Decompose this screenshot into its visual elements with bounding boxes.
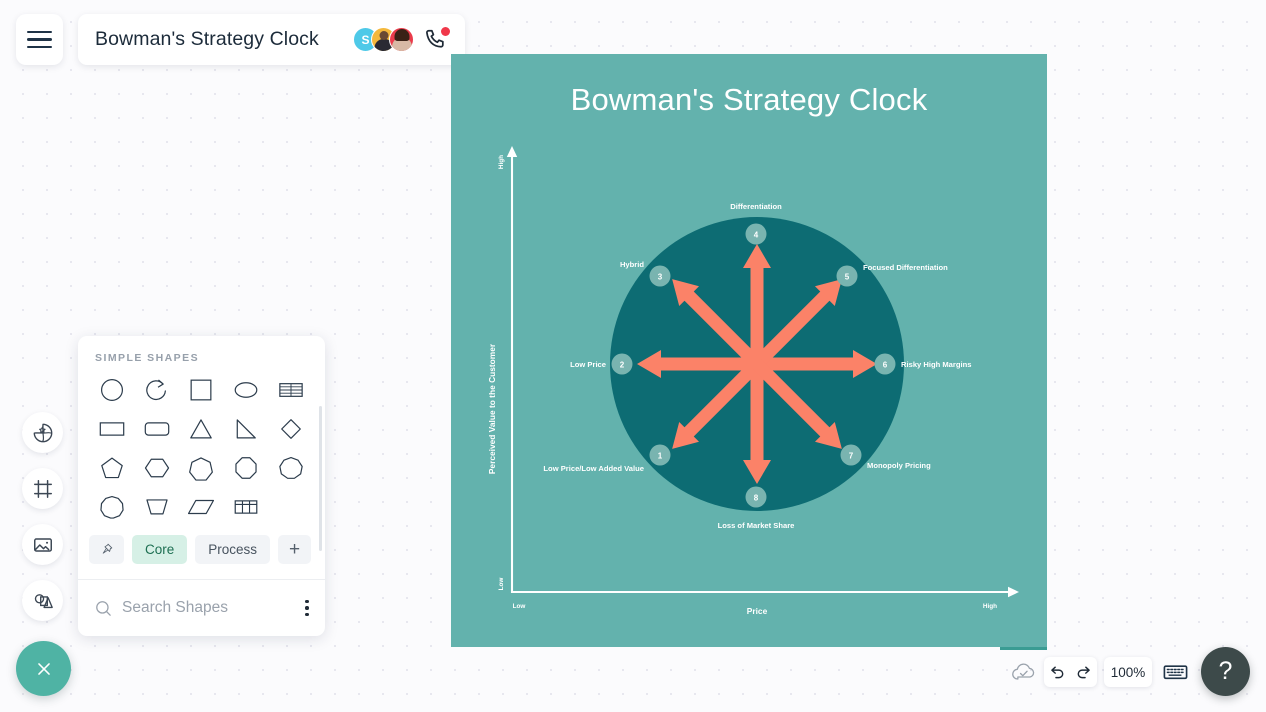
shape-pentagon[interactable] xyxy=(90,451,135,484)
shape-ellipse[interactable] xyxy=(224,373,269,406)
shapes-panel-scrollbar[interactable] xyxy=(319,406,322,551)
shape-table-striped[interactable] xyxy=(268,373,313,406)
tab-pinned[interactable] xyxy=(89,535,124,564)
shape-decagon[interactable] xyxy=(90,490,135,523)
shape-cell-empty xyxy=(268,490,313,523)
badge-4[interactable]: 4 xyxy=(745,223,767,245)
badge-3[interactable]: 3 xyxy=(649,265,671,287)
redo-icon[interactable] xyxy=(1075,663,1093,681)
avatar[interactable] xyxy=(389,27,414,52)
pin-icon xyxy=(102,543,113,554)
label-1: Low Price/Low Added Value xyxy=(543,464,644,473)
image-icon xyxy=(33,537,52,552)
document-title-bar: Bowman's Strategy Clock S xyxy=(78,14,465,65)
shape-rounded-rectangle[interactable] xyxy=(135,412,180,445)
label-5: Focused Differentiation xyxy=(863,263,948,272)
call-button[interactable] xyxy=(423,26,450,53)
badge-8-number: 8 xyxy=(754,493,759,502)
badge-7[interactable]: 7 xyxy=(840,444,862,466)
shape-square[interactable] xyxy=(179,373,224,406)
shape-octagon[interactable] xyxy=(224,451,269,484)
x-axis-tick-low: Low xyxy=(513,603,526,610)
shape-library-tabs: Core Process + xyxy=(78,535,325,564)
shapes-panel-heading: SIMPLE SHAPES xyxy=(95,352,200,364)
shape-heptagon[interactable] xyxy=(179,451,224,484)
bowmans-strategy-clock-diagram: Perceived Value to the Customer High Low… xyxy=(487,146,1019,616)
badge-2[interactable]: 2 xyxy=(611,353,633,375)
help-button[interactable]: ? xyxy=(1201,647,1250,696)
label-6: Risky High Margins xyxy=(901,360,971,369)
shape-right-triangle[interactable] xyxy=(224,412,269,445)
sidebar-item-frames[interactable] xyxy=(22,468,63,509)
keyboard-shortcuts-button[interactable] xyxy=(1162,660,1189,684)
kebab-menu-icon[interactable] xyxy=(305,599,309,617)
canvas-artboard[interactable]: Bowman's Strategy Clock Perceived Value … xyxy=(451,54,1047,647)
app-root: Bowman's Strategy Clock S SIMPLE SHAPES … xyxy=(0,0,1266,712)
badge-8[interactable]: 8 xyxy=(745,486,767,508)
badge-2-number: 2 xyxy=(620,360,625,369)
shape-rectangle[interactable] xyxy=(90,412,135,445)
y-axis-tick-high: High xyxy=(498,155,505,169)
tab-process[interactable]: Process xyxy=(195,535,271,564)
hamburger-icon xyxy=(27,30,52,49)
shapes-icon xyxy=(34,593,53,608)
badge-6[interactable]: 6 xyxy=(874,353,896,375)
zoom-level[interactable]: 100% xyxy=(1104,657,1152,687)
add-library-button[interactable]: + xyxy=(278,535,312,564)
shape-triangle[interactable] xyxy=(179,412,224,445)
badge-4-number: 4 xyxy=(754,230,759,239)
sidebar-item-shapes[interactable] xyxy=(22,580,63,621)
badge-7-number: 7 xyxy=(849,451,854,460)
badge-5[interactable]: 5 xyxy=(836,265,858,287)
badge-3-number: 3 xyxy=(658,272,663,281)
search-input[interactable]: Search Shapes xyxy=(122,599,228,617)
shape-hexagon[interactable] xyxy=(135,451,180,484)
cloud-check-icon xyxy=(1012,663,1035,680)
badge-5-number: 5 xyxy=(845,272,850,281)
close-panel-button[interactable] xyxy=(16,641,71,696)
shape-arc[interactable] xyxy=(135,373,180,406)
save-status-button[interactable] xyxy=(1011,660,1037,684)
close-icon xyxy=(37,662,50,675)
y-axis-label: Perceived Value to the Customer xyxy=(487,343,497,474)
shape-circle[interactable] xyxy=(90,373,135,406)
shape-parallelogram[interactable] xyxy=(179,490,224,523)
label-2: Low Price xyxy=(570,360,606,369)
shape-table-grid[interactable] xyxy=(224,490,269,523)
artboard-edge-strip xyxy=(1000,647,1047,650)
main-menu-button[interactable] xyxy=(16,14,63,65)
sticker-star-icon xyxy=(33,423,52,442)
label-7: Monopoly Pricing xyxy=(867,461,931,470)
badge-1[interactable]: 1 xyxy=(649,444,671,466)
keyboard-icon xyxy=(1163,665,1188,680)
tool-rail xyxy=(22,412,63,636)
x-axis-tick-high: High xyxy=(983,603,997,610)
page-title[interactable]: Bowman's Strategy Clock xyxy=(95,28,319,51)
x-axis-label: Price xyxy=(747,606,768,616)
sidebar-item-stickers[interactable] xyxy=(22,412,63,453)
collaborator-avatars: S xyxy=(353,26,450,53)
search-shapes-row: Search Shapes xyxy=(78,580,325,636)
label-4: Differentiation xyxy=(730,202,782,211)
shape-grid xyxy=(78,364,325,523)
shape-trapezoid[interactable] xyxy=(135,490,180,523)
label-3: Hybrid xyxy=(620,260,644,269)
call-notification-badge xyxy=(441,26,450,36)
y-axis-tick-low: Low xyxy=(498,578,505,591)
shapes-panel: SIMPLE SHAPES Core Process + Search Shap… xyxy=(78,336,325,636)
frame-icon xyxy=(33,479,52,498)
tab-core[interactable]: Core xyxy=(132,535,188,564)
undo-icon[interactable] xyxy=(1048,663,1066,681)
search-icon xyxy=(96,600,111,616)
undo-redo-group xyxy=(1044,657,1097,687)
shape-nonagon[interactable] xyxy=(268,451,313,484)
badge-6-number: 6 xyxy=(883,360,888,369)
badge-1-number: 1 xyxy=(658,451,663,460)
label-8: Loss of Market Share xyxy=(718,521,795,530)
shape-diamond[interactable] xyxy=(268,412,313,445)
sidebar-item-images[interactable] xyxy=(22,524,63,565)
